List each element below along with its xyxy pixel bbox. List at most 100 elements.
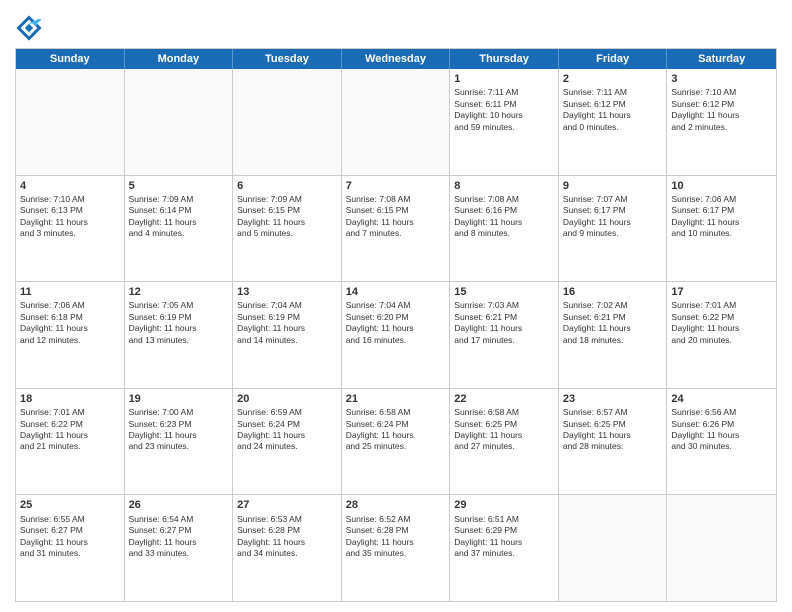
week-row-1: 1Sunrise: 7:11 AM Sunset: 6:11 PM Daylig… xyxy=(16,69,776,176)
day-cell-empty xyxy=(667,495,776,601)
day-info: Sunrise: 7:06 AM Sunset: 6:17 PM Dayligh… xyxy=(671,194,772,240)
day-number: 25 xyxy=(20,498,120,512)
day-info: Sunrise: 7:10 AM Sunset: 6:12 PM Dayligh… xyxy=(671,87,772,133)
header-day-wednesday: Wednesday xyxy=(342,49,451,69)
day-cell-1: 1Sunrise: 7:11 AM Sunset: 6:11 PM Daylig… xyxy=(450,69,559,175)
day-info: Sunrise: 7:05 AM Sunset: 6:19 PM Dayligh… xyxy=(129,300,229,346)
day-info: Sunrise: 7:09 AM Sunset: 6:14 PM Dayligh… xyxy=(129,194,229,240)
week-row-5: 25 Sunrise: 6:55 AM Sunset: 6:27 PM Dayli… xyxy=(16,495,776,601)
day-info: Sunrise: 7:08 AM Sunset: 6:15 PM Dayligh… xyxy=(346,194,446,240)
day-info: Sunrise: 7:04 AM Sunset: 6:20 PM Dayligh… xyxy=(346,300,446,346)
header-day-monday: Monday xyxy=(125,49,234,69)
page: SundayMondayTuesdayWednesdayThursdayFrid… xyxy=(0,0,792,612)
day-number: 15 xyxy=(454,285,554,299)
day-cell-14: 14Sunrise: 7:04 AM Sunset: 6:20 PM Dayli… xyxy=(342,282,451,388)
header-day-saturday: Saturday xyxy=(667,49,776,69)
day-info: Sunrise: 6:58 AM Sunset: 6:24 PM Dayligh… xyxy=(346,407,446,453)
day-cell-7: 7Sunrise: 7:08 AM Sunset: 6:15 PM Daylig… xyxy=(342,176,451,282)
header xyxy=(15,10,777,42)
day-info: Sunrise: 7:01 AM Sunset: 6:22 PM Dayligh… xyxy=(20,407,120,453)
day-info: Sunrise: 6:55 AM Sunset: 6:27 PM Dayligh… xyxy=(20,514,120,560)
day-info: Sunrise: 7:01 AM Sunset: 6:22 PM Dayligh… xyxy=(671,300,772,346)
day-info: Sunrise: 6:53 AM Sunset: 6:28 PM Dayligh… xyxy=(237,514,337,560)
day-cell-25: 25 Sunrise: 6:55 AM Sunset: 6:27 PM Dayli… xyxy=(16,495,125,601)
day-number: 13 xyxy=(237,285,337,299)
day-cell-8: 8Sunrise: 7:08 AM Sunset: 6:16 PM Daylig… xyxy=(450,176,559,282)
day-cell-13: 13Sunrise: 7:04 AM Sunset: 6:19 PM Dayli… xyxy=(233,282,342,388)
day-cell-empty xyxy=(233,69,342,175)
day-cell-12: 12Sunrise: 7:05 AM Sunset: 6:19 PM Dayli… xyxy=(125,282,234,388)
header-day-sunday: Sunday xyxy=(16,49,125,69)
day-number: 8 xyxy=(454,179,554,193)
day-cell-16: 16Sunrise: 7:02 AM Sunset: 6:21 PM Dayli… xyxy=(559,282,668,388)
day-info: Sunrise: 6:51 AM Sunset: 6:29 PM Dayligh… xyxy=(454,514,554,560)
day-info: Sunrise: 6:57 AM Sunset: 6:25 PM Dayligh… xyxy=(563,407,663,453)
day-info: Sunrise: 7:10 AM Sunset: 6:13 PM Dayligh… xyxy=(20,194,120,240)
day-info: Sunrise: 6:56 AM Sunset: 6:26 PM Dayligh… xyxy=(671,407,772,453)
logo xyxy=(15,14,45,42)
day-cell-6: 6Sunrise: 7:09 AM Sunset: 6:15 PM Daylig… xyxy=(233,176,342,282)
day-cell-empty xyxy=(342,69,451,175)
week-row-3: 11Sunrise: 7:06 AM Sunset: 6:18 PM Dayli… xyxy=(16,282,776,389)
logo-icon xyxy=(15,14,43,42)
day-cell-10: 10Sunrise: 7:06 AM Sunset: 6:17 PM Dayli… xyxy=(667,176,776,282)
day-number: 5 xyxy=(129,179,229,193)
day-info: Sunrise: 7:04 AM Sunset: 6:19 PM Dayligh… xyxy=(237,300,337,346)
day-info: Sunrise: 7:03 AM Sunset: 6:21 PM Dayligh… xyxy=(454,300,554,346)
calendar: SundayMondayTuesdayWednesdayThursdayFrid… xyxy=(15,48,777,602)
day-number: 28 xyxy=(346,498,446,512)
day-info: Sunrise: 7:11 AM Sunset: 6:11 PM Dayligh… xyxy=(454,87,554,133)
day-number: 18 xyxy=(20,392,120,406)
day-cell-27: 27 Sunrise: 6:53 AM Sunset: 6:28 PM Dayli… xyxy=(233,495,342,601)
day-info: Sunrise: 6:52 AM Sunset: 6:28 PM Dayligh… xyxy=(346,514,446,560)
calendar-body: 1Sunrise: 7:11 AM Sunset: 6:11 PM Daylig… xyxy=(16,69,776,601)
day-cell-24: 24Sunrise: 6:56 AM Sunset: 6:26 PM Dayli… xyxy=(667,389,776,495)
day-number: 20 xyxy=(237,392,337,406)
day-info: Sunrise: 6:59 AM Sunset: 6:24 PM Dayligh… xyxy=(237,407,337,453)
day-info: Sunrise: 7:07 AM Sunset: 6:17 PM Dayligh… xyxy=(563,194,663,240)
day-number: 9 xyxy=(563,179,663,193)
day-cell-22: 22Sunrise: 6:58 AM Sunset: 6:25 PM Dayli… xyxy=(450,389,559,495)
day-number: 12 xyxy=(129,285,229,299)
day-cell-empty xyxy=(559,495,668,601)
day-info: Sunrise: 6:58 AM Sunset: 6:25 PM Dayligh… xyxy=(454,407,554,453)
day-number: 3 xyxy=(671,72,772,86)
day-number: 14 xyxy=(346,285,446,299)
header-day-friday: Friday xyxy=(559,49,668,69)
day-number: 24 xyxy=(671,392,772,406)
day-number: 7 xyxy=(346,179,446,193)
day-number: 19 xyxy=(129,392,229,406)
day-number: 23 xyxy=(563,392,663,406)
day-info: Sunrise: 7:06 AM Sunset: 6:18 PM Dayligh… xyxy=(20,300,120,346)
day-number: 26 xyxy=(129,498,229,512)
day-number: 2 xyxy=(563,72,663,86)
day-cell-26: 26Sunrise: 6:54 AM Sunset: 6:27 PM Dayli… xyxy=(125,495,234,601)
day-cell-3: 3Sunrise: 7:10 AM Sunset: 6:12 PM Daylig… xyxy=(667,69,776,175)
day-cell-11: 11Sunrise: 7:06 AM Sunset: 6:18 PM Dayli… xyxy=(16,282,125,388)
day-info: Sunrise: 7:00 AM Sunset: 6:23 PM Dayligh… xyxy=(129,407,229,453)
day-cell-empty xyxy=(125,69,234,175)
day-number: 22 xyxy=(454,392,554,406)
day-cell-20: 20Sunrise: 6:59 AM Sunset: 6:24 PM Dayli… xyxy=(233,389,342,495)
day-number: 17 xyxy=(671,285,772,299)
day-number: 4 xyxy=(20,179,120,193)
day-info: Sunrise: 7:11 AM Sunset: 6:12 PM Dayligh… xyxy=(563,87,663,133)
header-day-thursday: Thursday xyxy=(450,49,559,69)
week-row-4: 18Sunrise: 7:01 AM Sunset: 6:22 PM Dayli… xyxy=(16,389,776,496)
day-cell-empty xyxy=(16,69,125,175)
day-number: 27 xyxy=(237,498,337,512)
calendar-header: SundayMondayTuesdayWednesdayThursdayFrid… xyxy=(16,49,776,69)
day-cell-15: 15Sunrise: 7:03 AM Sunset: 6:21 PM Dayli… xyxy=(450,282,559,388)
day-info: Sunrise: 7:08 AM Sunset: 6:16 PM Dayligh… xyxy=(454,194,554,240)
day-number: 11 xyxy=(20,285,120,299)
day-cell-18: 18Sunrise: 7:01 AM Sunset: 6:22 PM Dayli… xyxy=(16,389,125,495)
week-row-2: 4Sunrise: 7:10 AM Sunset: 6:13 PM Daylig… xyxy=(16,176,776,283)
day-cell-28: 28 Sunrise: 6:52 AM Sunset: 6:28 PM Dayli… xyxy=(342,495,451,601)
day-cell-19: 19Sunrise: 7:00 AM Sunset: 6:23 PM Dayli… xyxy=(125,389,234,495)
day-cell-4: 4Sunrise: 7:10 AM Sunset: 6:13 PM Daylig… xyxy=(16,176,125,282)
day-cell-21: 21Sunrise: 6:58 AM Sunset: 6:24 PM Dayli… xyxy=(342,389,451,495)
day-number: 29 xyxy=(454,498,554,512)
day-cell-9: 9Sunrise: 7:07 AM Sunset: 6:17 PM Daylig… xyxy=(559,176,668,282)
day-info: Sunrise: 7:09 AM Sunset: 6:15 PM Dayligh… xyxy=(237,194,337,240)
day-number: 16 xyxy=(563,285,663,299)
